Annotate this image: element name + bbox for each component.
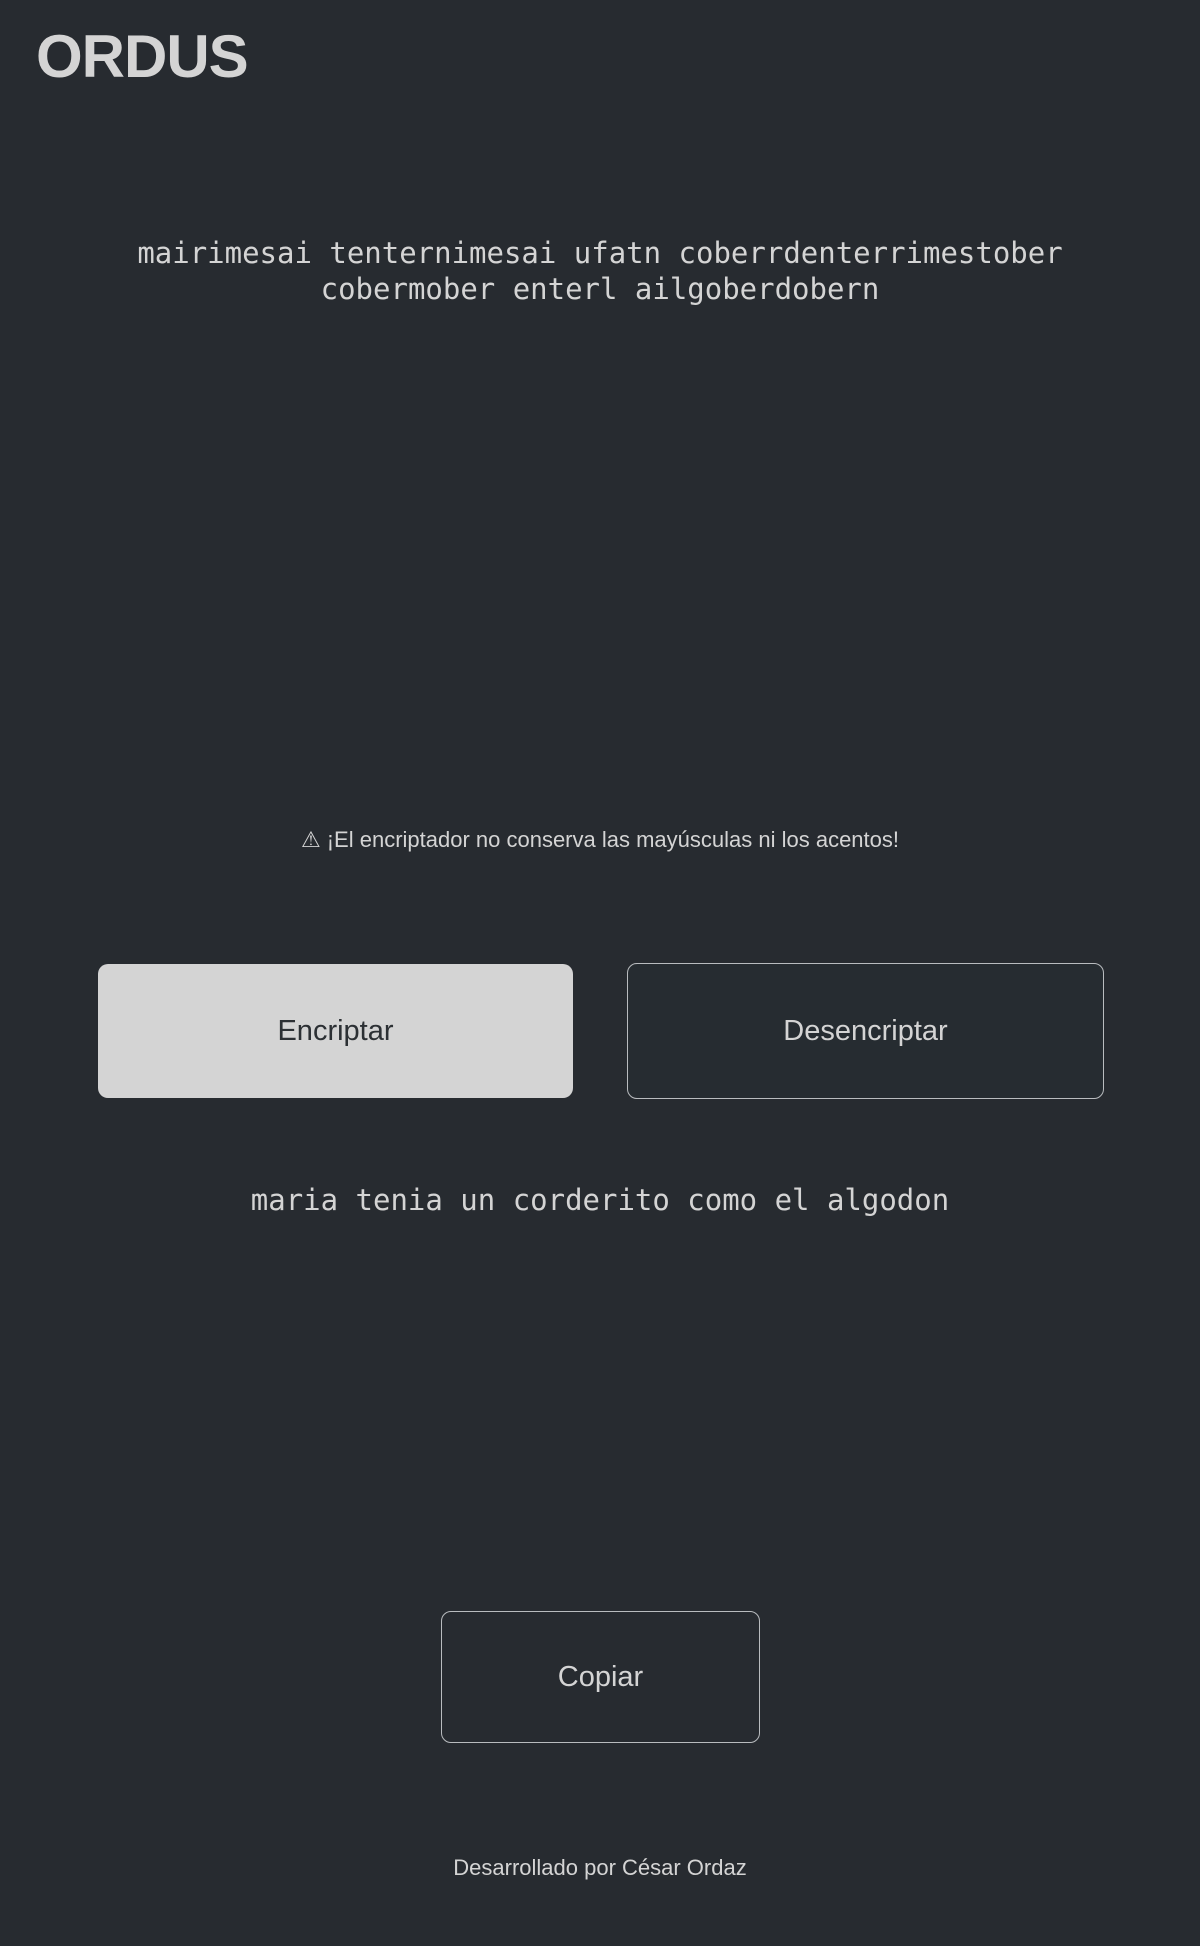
- message-input[interactable]: mairimesai tenternimesai ufatn coberrden…: [110, 235, 1090, 755]
- warning-text: ¡El encriptador no conserva las mayúscul…: [326, 827, 899, 852]
- footer-credit: Desarrollado por César Ordaz: [453, 1855, 747, 1880]
- output-text: maria tenia un corderito como el algodon: [250, 1183, 950, 1217]
- app-logo: ORDUS: [36, 23, 249, 90]
- warning-message: ⚠ ¡El encriptador no conserva las mayúscu…: [0, 825, 1200, 855]
- encrypt-button[interactable]: Encriptar: [98, 964, 573, 1098]
- decrypt-button[interactable]: Desencriptar: [627, 963, 1104, 1099]
- copy-button[interactable]: Copiar: [441, 1611, 760, 1743]
- warning-icon: ⚠: [300, 827, 321, 852]
